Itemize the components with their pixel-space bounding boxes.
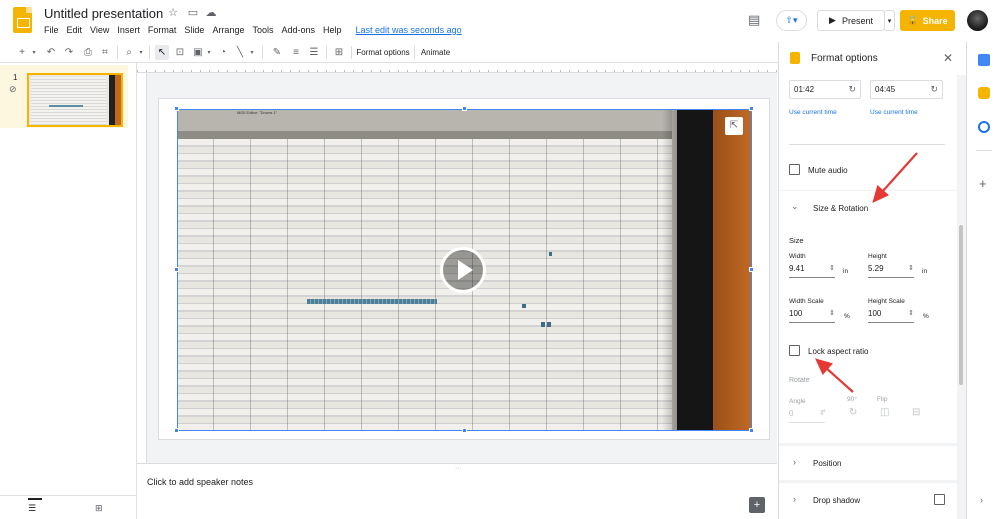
menu-bar: File Edit View Insert Format Slide Arran… (44, 25, 470, 35)
resize-handle-r[interactable] (749, 267, 754, 272)
calendar-icon[interactable] (978, 54, 990, 66)
filmstrip: 1 ⊘ ☰ ⊞ (0, 63, 137, 519)
present-icon: ▶ (829, 15, 836, 25)
paint-format-icon[interactable]: ⌗ (98, 45, 112, 60)
notes-resize-handle[interactable]: ⋯ (455, 465, 461, 472)
border-color-icon[interactable]: ✎ (270, 45, 284, 60)
menu-insert[interactable]: Insert (117, 25, 140, 35)
print-icon[interactable]: ⎙ (81, 45, 95, 60)
format-options-button[interactable]: Format options (356, 45, 410, 60)
resize-handle-br[interactable] (749, 428, 754, 433)
vertical-ruler (137, 73, 147, 463)
zoom-dropdown-icon[interactable]: ▾ (137, 45, 145, 60)
expand-panel-icon[interactable]: › (980, 495, 983, 505)
move-folder-icon[interactable]: ▭ (186, 6, 200, 20)
resize-handle-tl[interactable] (174, 106, 179, 111)
filmstrip-view-toggle: ☰ ⊞ (0, 495, 137, 519)
keep-icon[interactable] (978, 87, 990, 99)
present-button[interactable]: ▶ Present (817, 10, 885, 31)
slides-logo-icon[interactable] (13, 7, 32, 33)
menu-addons[interactable]: Add-ons (281, 25, 315, 35)
video-window-title: MIDI Editor: "Drums 1" (237, 110, 278, 115)
border-dash-icon[interactable]: ☰ (307, 45, 321, 60)
menu-arrange[interactable]: Arrange (212, 25, 244, 35)
zoom-icon[interactable]: ⌕ (122, 45, 136, 60)
menu-format[interactable]: Format (148, 25, 177, 35)
menu-view[interactable]: View (90, 25, 109, 35)
video-note-row (307, 299, 437, 304)
menu-tools[interactable]: Tools (252, 25, 273, 35)
menu-help[interactable]: Help (323, 25, 342, 35)
format-options-panel: Format options ✕ 01:42 ↻ 04:45 ↻ Use cur… (778, 42, 967, 519)
present-to-meeting-button[interactable]: ⇧▾ (776, 10, 807, 31)
select-icon[interactable]: ↖ (155, 45, 169, 60)
play-icon[interactable] (440, 247, 486, 293)
menu-slide[interactable]: Slide (184, 25, 204, 35)
line-icon[interactable]: ╲ (233, 45, 247, 60)
link-icon: ⊘ (9, 84, 17, 94)
comments-icon[interactable]: ▤ (748, 12, 760, 28)
add-comment-icon[interactable]: ⊞ (332, 45, 346, 60)
avatar[interactable] (967, 10, 988, 31)
star-icon[interactable]: ☆ (166, 6, 180, 20)
new-slide-dropdown-icon[interactable]: ▾ (30, 45, 38, 60)
slide-canvas: MIDI Editor: "Drums 1" ⇱ (137, 63, 777, 463)
cloud-status-icon[interactable]: ☁ (204, 6, 218, 20)
present-dropdown-button[interactable]: ▾ (884, 10, 895, 31)
resize-handle-bl[interactable] (174, 428, 179, 433)
present-label: Present (841, 15, 873, 26)
add-ons-plus-icon[interactable]: + (979, 176, 987, 191)
shape-icon[interactable]: ◔ (216, 45, 230, 60)
slide-thumbnail-image[interactable] (27, 73, 123, 127)
toolbar: + ▾ ↶ ↷ ⎙ ⌗ ⌕ ▾ ↖ ⊡ ▣ ▾ ◔ ╲ ▾ ✎ ≡ ☰ ⊞ Fo… (0, 42, 778, 63)
menu-edit[interactable]: Edit (67, 25, 83, 35)
resize-handle-tr[interactable] (749, 106, 754, 111)
grid-view-icon[interactable]: ⊞ (95, 503, 103, 514)
lock-icon: 🔒 (907, 15, 919, 25)
horizontal-ruler (137, 63, 777, 73)
text-box-icon[interactable]: ⊡ (173, 45, 187, 60)
resize-handle-l[interactable] (174, 267, 179, 272)
slide-thumbnail-selected[interactable]: 1 ⊘ (0, 65, 128, 128)
animate-button[interactable]: Animate (419, 45, 452, 60)
presentation-title[interactable]: Untitled presentation (44, 6, 163, 21)
filmstrip-view-icon[interactable]: ☰ (28, 503, 36, 514)
image-icon[interactable]: ▣ (191, 45, 205, 60)
tasks-icon[interactable] (978, 121, 990, 133)
speaker-notes-placeholder[interactable]: Click to add speaker notes (147, 477, 253, 487)
undo-icon[interactable]: ↶ (44, 45, 58, 60)
line-dropdown-icon[interactable]: ▾ (248, 45, 256, 60)
share-button[interactable]: 🔒 Share (900, 10, 955, 31)
last-edit-link[interactable]: Last edit was seconds ago (356, 25, 462, 35)
annotation-arrows (814, 152, 918, 393)
new-slide-icon[interactable]: + (15, 45, 29, 60)
slide-number: 1 (13, 73, 18, 82)
app-header: Untitled presentation ☆ ▭ ☁ File Edit Vi… (0, 0, 1000, 42)
open-in-new-icon[interactable]: ⇱ (725, 117, 743, 135)
video-object[interactable]: MIDI Editor: "Drums 1" ⇱ (177, 109, 752, 431)
speaker-notes[interactable]: ⋯ Click to add speaker notes + (137, 463, 777, 519)
redo-icon[interactable]: ↷ (62, 45, 76, 60)
explore-icon[interactable]: + (749, 497, 765, 513)
share-label: Share (922, 15, 948, 26)
side-panel-strip: + › (966, 42, 1000, 519)
image-dropdown-icon[interactable]: ▾ (205, 45, 213, 60)
resize-handle-t[interactable] (462, 106, 467, 111)
menu-file[interactable]: File (44, 25, 59, 35)
border-weight-icon[interactable]: ≡ (289, 45, 303, 60)
resize-handle-b[interactable] (462, 428, 467, 433)
slide[interactable]: MIDI Editor: "Drums 1" ⇱ (158, 98, 770, 440)
